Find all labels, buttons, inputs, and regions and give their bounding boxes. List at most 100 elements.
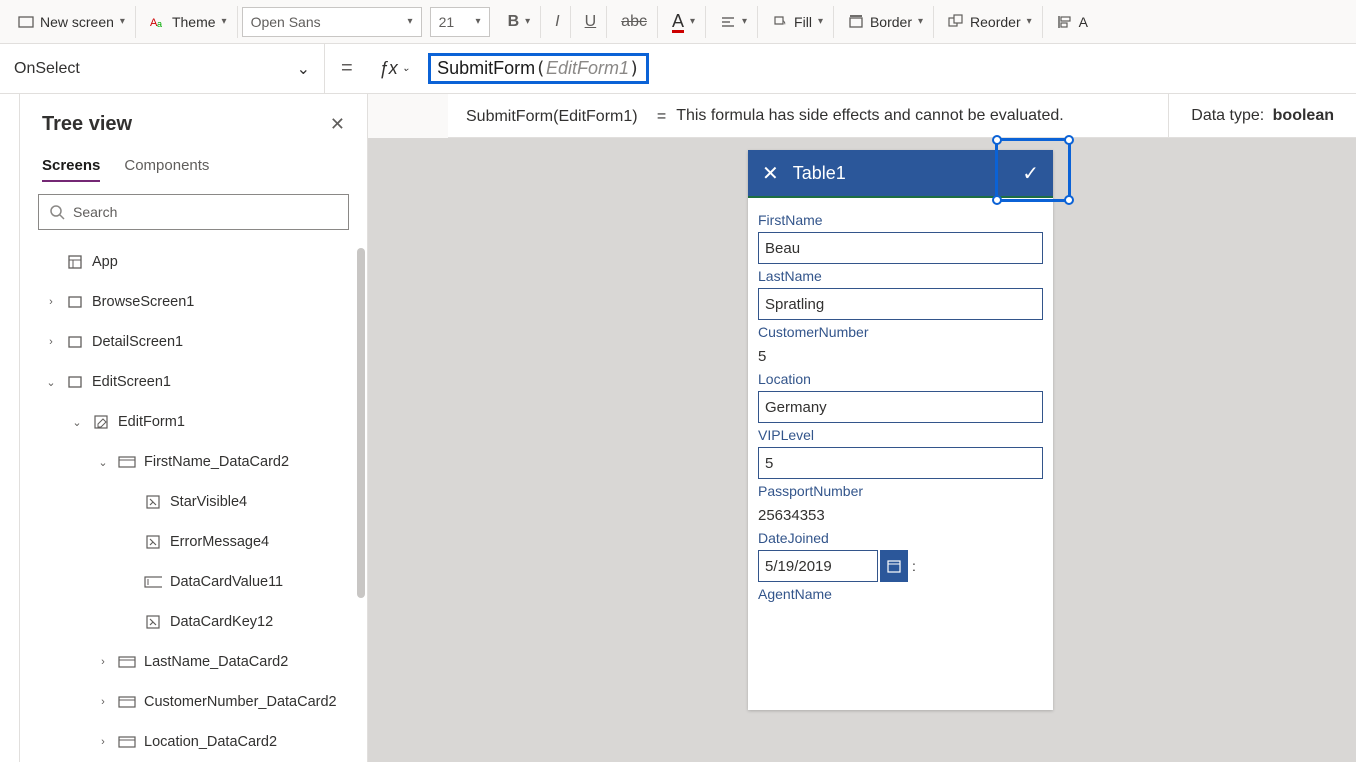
field-label: VIPLevel [758, 427, 1043, 443]
date-field: : [758, 550, 1043, 582]
fill-button[interactable]: Fill ▾ [762, 6, 834, 38]
scrollbar-thumb[interactable] [357, 248, 365, 598]
command-toolbar: New screen ▾ Aa Theme ▾ Open Sans ▾ 21 ▾… [0, 0, 1356, 44]
tab-screens[interactable]: Screens [42, 151, 100, 182]
reorder-button[interactable]: Reorder ▾ [938, 6, 1043, 38]
submit-icon[interactable]: ✓ [999, 161, 1039, 186]
tree-item[interactable]: ›LastName_DataCard2 [20, 642, 367, 682]
cancel-icon[interactable]: ✕ [762, 161, 779, 186]
reorder-label: Reorder [970, 14, 1021, 30]
expand-chevron-icon[interactable]: ⌄ [44, 376, 58, 389]
font-size-select[interactable]: 21 ▾ [430, 7, 490, 37]
node-icon [92, 413, 110, 431]
node-icon [144, 533, 162, 551]
field-input[interactable] [758, 288, 1043, 320]
chevron-down-icon: ▾ [690, 16, 695, 27]
search-input[interactable]: Search [38, 194, 349, 230]
close-icon[interactable]: ✕ [326, 110, 349, 139]
tree-view-panel: Tree view ✕ Screens Components Search Ap… [20, 94, 368, 762]
border-button[interactable]: Border ▾ [838, 6, 934, 38]
border-label: Border [870, 14, 912, 30]
calendar-icon[interactable] [880, 550, 908, 582]
tree-item[interactable]: ErrorMessage4 [20, 522, 367, 562]
theme-button[interactable]: Aa Theme ▾ [140, 6, 238, 38]
node-icon [144, 493, 162, 511]
app-preview: ✕ Table1 ✓ FirstNameLastNameCustomerNumb… [748, 150, 1053, 710]
form-body: FirstNameLastNameCustomerNumber5Location… [748, 198, 1053, 606]
tree-item-label: StarVisible4 [170, 494, 247, 510]
expand-chevron-icon[interactable]: › [96, 736, 110, 748]
tree-item[interactable]: DataCardKey12 [20, 602, 367, 642]
bold-button[interactable]: B▾ [498, 6, 542, 38]
field-input[interactable] [758, 232, 1043, 264]
chevron-down-icon: ▾ [818, 16, 823, 27]
expand-chevron-icon[interactable]: › [44, 296, 58, 308]
expand-chevron-icon[interactable]: › [96, 656, 110, 668]
field-label: PassportNumber [758, 483, 1043, 499]
expand-chevron-icon[interactable]: › [96, 696, 110, 708]
date-input[interactable] [758, 550, 878, 582]
align-button[interactable]: ▾ [710, 6, 758, 38]
expand-chevron-icon[interactable]: ⌄ [96, 456, 110, 469]
tree-item[interactable]: DataCardValue11 [20, 562, 367, 602]
screen-icon [18, 14, 34, 30]
tree-item[interactable]: ⌄EditForm1 [20, 402, 367, 442]
strikethrough-button[interactable]: abc [611, 6, 658, 38]
italic-icon: I [555, 13, 559, 31]
expand-chevron-icon[interactable]: ⌄ [70, 416, 84, 429]
tree-item[interactable]: App [20, 242, 367, 282]
tree-item[interactable]: ›DetailScreen1 [20, 322, 367, 362]
field-label: LastName [758, 268, 1043, 284]
tree-item-label: BrowseScreen1 [92, 294, 194, 310]
expand-chevron-icon[interactable] [122, 576, 136, 588]
formula-text: SubmitForm(EditForm1) [428, 53, 649, 84]
fx-button[interactable]: ƒx ⌄ [369, 58, 420, 79]
formula-datatype: Data type: boolean [1169, 94, 1356, 137]
underline-icon: U [585, 13, 597, 31]
font-name-select[interactable]: Open Sans ▾ [242, 7, 422, 37]
expand-chevron-icon[interactable]: › [44, 336, 58, 348]
tree-item[interactable]: › BrowseScreen1 [20, 282, 367, 322]
field-input[interactable] [758, 447, 1043, 479]
tree-tabs: Screens Components [20, 147, 367, 182]
expand-chevron-icon[interactable] [122, 616, 136, 628]
font-color-button[interactable]: A ▾ [662, 6, 706, 38]
tree-item[interactable]: StarVisible4 [20, 482, 367, 522]
node-icon [144, 613, 162, 631]
reorder-icon [948, 14, 964, 30]
align-objects-button[interactable]: A [1047, 6, 1098, 38]
node-icon [118, 453, 136, 471]
field-label: CustomerNumber [758, 324, 1043, 340]
formula-input[interactable]: SubmitForm(EditForm1) [420, 44, 1356, 93]
tree-item-label: DataCardValue11 [170, 574, 283, 590]
strikethrough-icon: abc [621, 13, 647, 31]
formula-result-bar: SubmitForm(EditForm1) = This formula has… [448, 94, 1356, 138]
expand-chevron-icon[interactable] [44, 256, 58, 268]
new-screen-label: New screen [40, 14, 114, 30]
field-label: FirstName [758, 212, 1043, 228]
tree-item[interactable]: ⌄FirstName_DataCard2 [20, 442, 367, 482]
expand-chevron-icon[interactable] [122, 536, 136, 548]
tree-item-label: DataCardKey12 [170, 614, 273, 630]
underline-button[interactable]: U [575, 6, 608, 38]
tree-item[interactable]: ›Location_DataCard2 [20, 722, 367, 762]
field-label: AgentName [758, 586, 1043, 602]
property-value: OnSelect [14, 60, 80, 78]
property-select[interactable]: OnSelect ⌄ [0, 44, 325, 93]
tree-list: App › BrowseScreen1 ›DetailScreen1 ⌄ EditScre… [20, 242, 367, 762]
tree-item-label: EditScreen1 [92, 374, 171, 390]
field-input[interactable] [758, 391, 1043, 423]
chevron-down-icon: ▾ [476, 16, 481, 27]
search-placeholder: Search [73, 204, 117, 220]
new-screen-button[interactable]: New screen ▾ [8, 6, 136, 38]
theme-label: Theme [172, 14, 216, 30]
tree-item-label: ErrorMessage4 [170, 534, 269, 550]
tree-item[interactable]: ⌄ EditScreen1 [20, 362, 367, 402]
tree-item[interactable]: ›CustomerNumber_DataCard2 [20, 682, 367, 722]
tab-components[interactable]: Components [124, 151, 209, 182]
chevron-down-icon: ⌄ [402, 63, 410, 74]
italic-button[interactable]: I [545, 6, 570, 38]
resize-handle[interactable] [1064, 195, 1074, 205]
font-color-icon: A [672, 11, 684, 32]
expand-chevron-icon[interactable] [122, 496, 136, 508]
